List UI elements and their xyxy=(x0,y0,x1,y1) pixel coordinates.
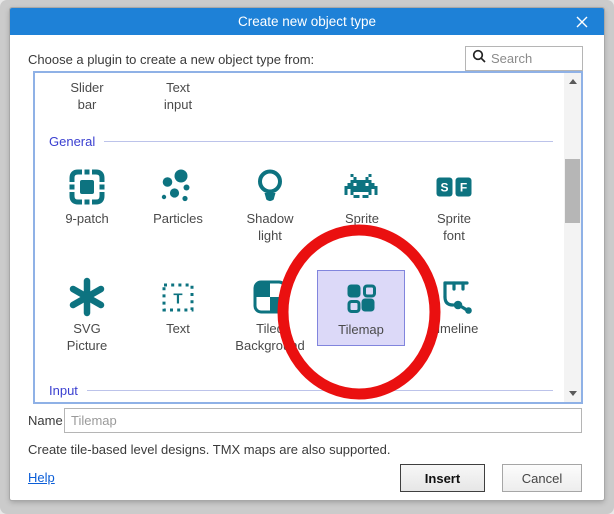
section-input: Input xyxy=(49,382,553,399)
tiled-background-icon xyxy=(250,277,290,317)
plugin-item-shadow-light[interactable]: Shadow light xyxy=(226,161,314,244)
plugin-item-tiled-background[interactable]: Tiled Background xyxy=(226,271,314,354)
plugin-item-label: Sprite xyxy=(318,210,406,227)
plugin-item-particles[interactable]: Particles xyxy=(134,161,222,227)
plugin-item-sprite[interactable]: Sprite xyxy=(318,161,406,227)
dialog-titlebar[interactable]: Create new object type xyxy=(10,8,604,35)
plugin-item-label: Timeline xyxy=(410,320,498,337)
plugin-item-label: Tiled Background xyxy=(226,320,314,354)
search-box[interactable] xyxy=(465,46,583,71)
plugin-item-text[interactable]: T Text xyxy=(134,271,222,337)
shadow-light-icon xyxy=(250,167,290,207)
text-icon-letter: T xyxy=(173,291,182,308)
svg-picture-icon xyxy=(67,277,107,317)
section-general: General xyxy=(49,133,553,150)
name-input[interactable] xyxy=(64,408,582,433)
plugin-item-text-input[interactable]: Text input xyxy=(134,79,222,113)
plugin-item-sprite-font[interactable]: S F Sprite font xyxy=(410,161,498,244)
dialog-title: Create new object type xyxy=(10,8,604,35)
scroll-up-icon[interactable] xyxy=(564,73,581,90)
name-label: Name xyxy=(28,413,63,428)
sprite-icon xyxy=(342,167,382,207)
plugin-item-label: Tilemap xyxy=(318,321,404,338)
plugin-item-timeline[interactable]: Timeline xyxy=(410,271,498,337)
close-icon[interactable] xyxy=(568,8,596,35)
plugin-item-label: Shadow light xyxy=(226,210,314,244)
scrollbar-thumb[interactable] xyxy=(565,159,580,223)
tilemap-icon xyxy=(341,278,381,318)
plugin-item-label: SVG Picture xyxy=(43,320,131,354)
plugin-description: Create tile-based level designs. TMX map… xyxy=(28,442,391,457)
dialog-backdrop: Create new object type Choose a plugin t… xyxy=(0,0,614,514)
section-input-title: Input xyxy=(49,383,78,398)
plugin-item-label: Text xyxy=(134,320,222,337)
create-object-dialog: Create new object type Choose a plugin t… xyxy=(10,8,604,500)
plugin-item-tilemap[interactable]: Tilemap xyxy=(317,270,405,346)
help-link[interactable]: Help xyxy=(28,470,55,485)
sprite-font-icon: S F xyxy=(434,167,474,207)
plugin-item-9-patch[interactable]: 9-patch xyxy=(43,161,131,227)
choose-plugin-label: Choose a plugin to create a new object t… xyxy=(28,52,314,67)
timeline-icon xyxy=(434,277,474,317)
plugin-item-label: Sprite font xyxy=(410,210,498,244)
plugin-item-slider-bar[interactable]: Slider bar xyxy=(43,79,131,113)
insert-button[interactable]: Insert xyxy=(400,464,485,492)
search-icon xyxy=(472,49,486,68)
sprite-font-letter-f: F xyxy=(460,181,467,195)
search-input[interactable] xyxy=(491,51,579,66)
section-divider xyxy=(87,390,553,391)
nine-patch-icon xyxy=(67,167,107,207)
text-icon: T xyxy=(158,277,198,317)
plugin-item-label: 9-patch xyxy=(43,210,131,227)
scroll-down-icon[interactable] xyxy=(564,385,581,402)
vertical-scrollbar[interactable] xyxy=(564,73,581,402)
plugin-item-svg-picture[interactable]: SVG Picture xyxy=(43,271,131,354)
section-divider xyxy=(104,141,553,142)
cancel-button[interactable]: Cancel xyxy=(502,464,582,492)
section-general-title: General xyxy=(49,134,95,149)
plugin-item-label: Particles xyxy=(134,210,222,227)
particles-icon xyxy=(158,167,198,207)
plugin-list: Slider bar Text input General xyxy=(33,71,583,404)
sprite-font-letter-s: S xyxy=(440,181,448,195)
